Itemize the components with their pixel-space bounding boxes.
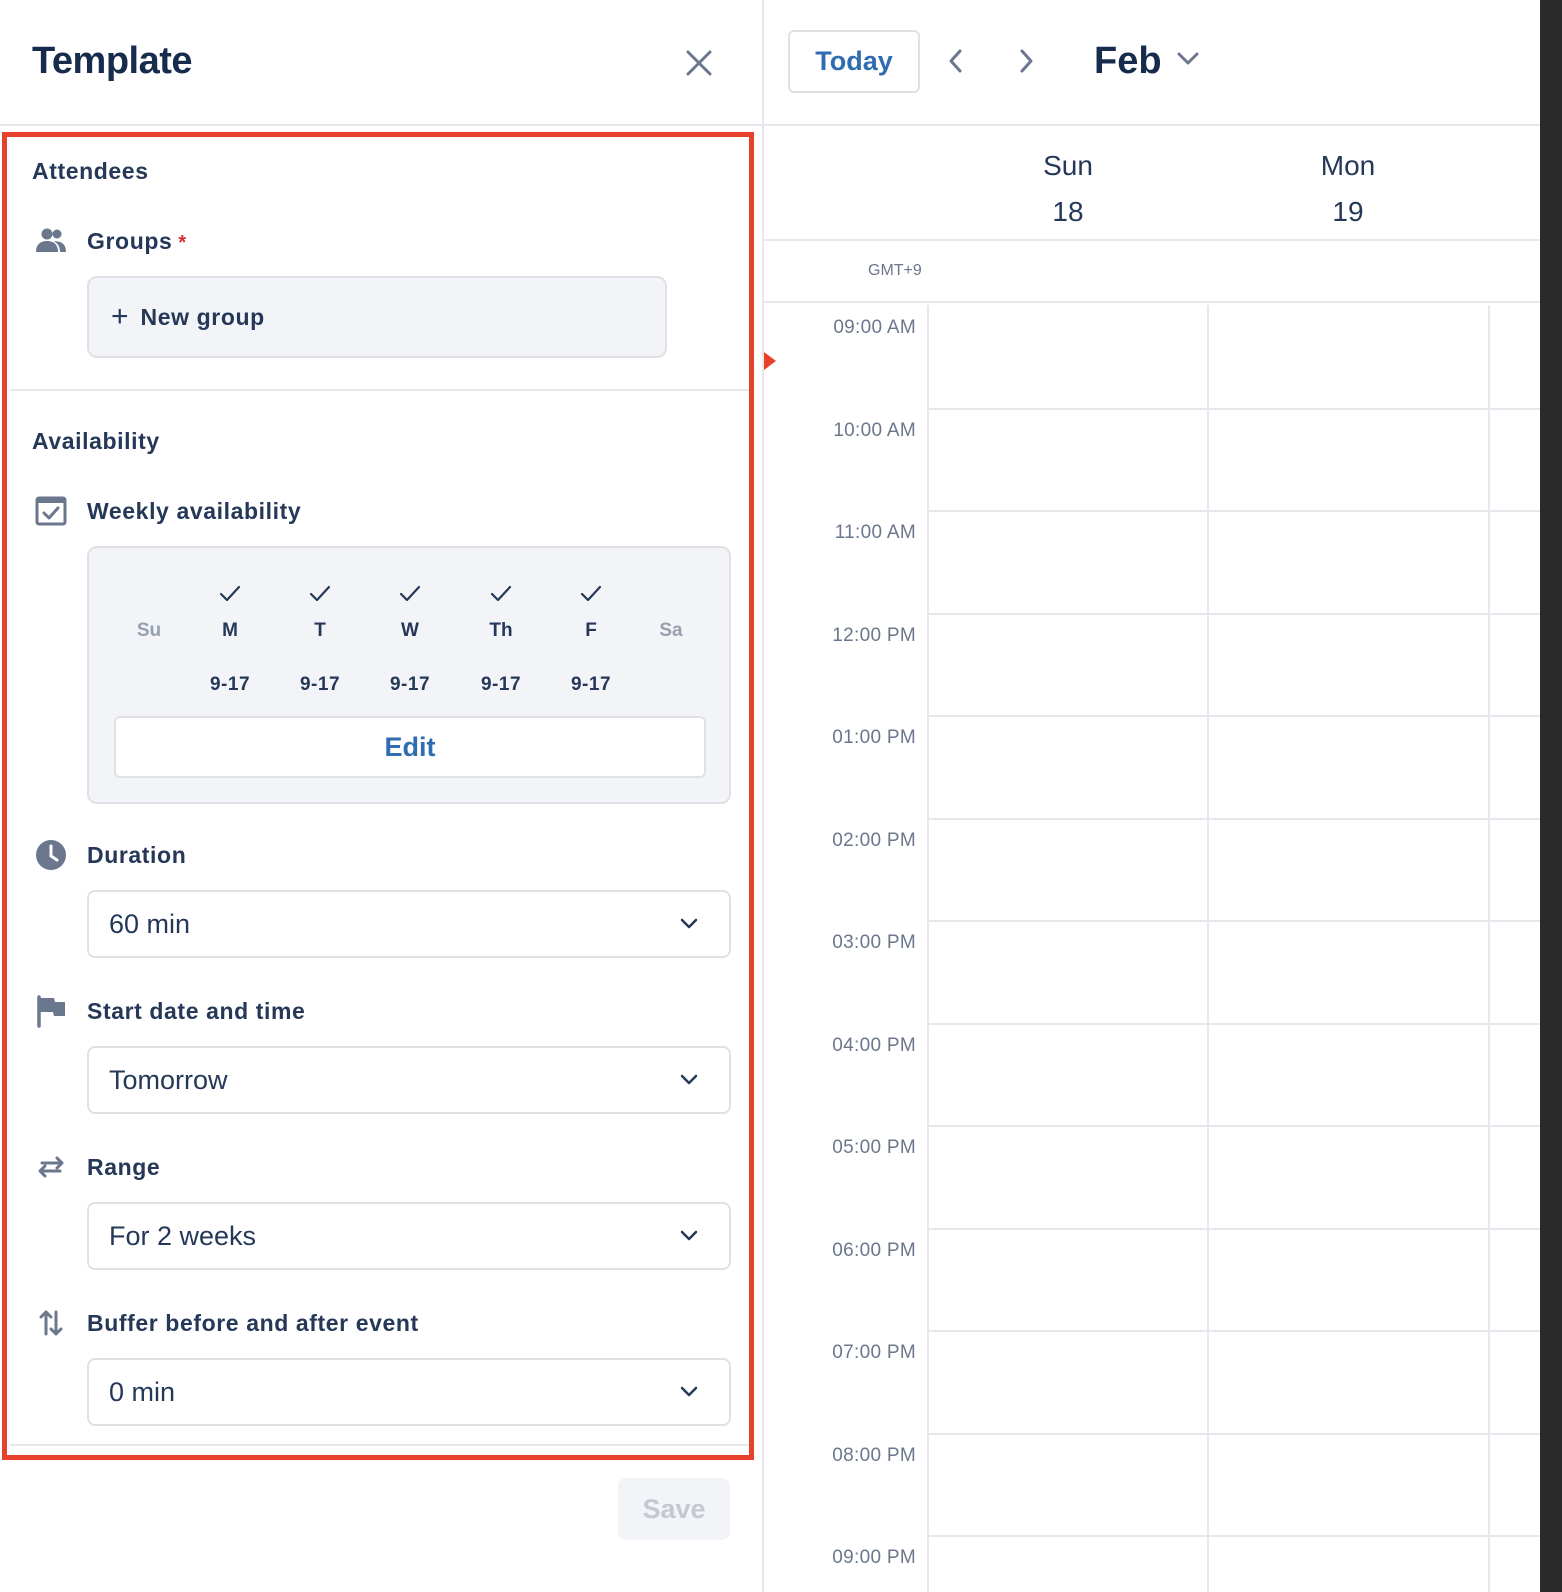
hour-gridline [928,613,1540,615]
hour-label: 07:00 PM [832,1342,916,1363]
highlight-box [2,132,754,1460]
hour-gridline [928,1023,1540,1025]
month-selector[interactable]: Feb [1094,40,1200,83]
day-name: Sun [1043,150,1093,181]
chevron-right-icon[interactable] [1012,44,1040,78]
hour-gridline [928,920,1540,922]
hour-gridline [928,510,1540,512]
hour-gridline [928,1228,1540,1230]
hour-label: 04:00 PM [832,1034,916,1056]
hour-label: 09:00 AM [833,317,916,338]
hour-gridline [928,715,1540,717]
hour-label: 02:00 PM [832,829,916,851]
timezone-label: GMT+9 [868,262,922,279]
hour-label: 10:00 AM [833,419,916,441]
hour-label: 08:00 PM [832,1444,916,1466]
hour-label: 06:00 PM [832,1239,916,1261]
day-date: 18 [1052,196,1084,227]
hour-label: 03:00 PM [832,932,916,953]
today-button[interactable]: Today [788,30,920,93]
header-divider [0,124,762,126]
hour-label: 12:00 PM [832,624,916,646]
day-header-sun: Sun 18 [968,150,1168,228]
day-header-mon: Mon 19 [1248,150,1448,228]
hour-label: 11:00 AM [834,522,916,543]
current-time-marker [764,352,776,370]
day-name: Mon [1320,150,1376,181]
allday-divider [764,301,1540,303]
save-button[interactable]: Save [618,1478,730,1540]
hour-gridline [928,1125,1540,1127]
hour-gridline [928,1535,1540,1537]
calendar-header-divider [764,124,1540,126]
day-date: 19 [1332,196,1364,227]
grid-column-line [1207,305,1209,1592]
grid-column-line [1488,305,1490,1592]
day-header-divider [764,239,1540,241]
close-icon[interactable] [682,46,716,80]
hour-label: 05:00 PM [832,1137,916,1158]
hour-gridline [928,818,1540,820]
hour-gridline [928,1330,1540,1332]
chevron-down-icon [1177,52,1199,64]
panel-title: Template [32,40,193,82]
hour-label: 01:00 PM [832,727,916,748]
hour-gridline [928,408,1540,410]
app-window: Template Attendees Groups * + New group A… [0,0,1540,1592]
hour-label: 09:00 PM [832,1547,916,1568]
template-panel: Template Attendees Groups * + New group A… [0,0,762,1592]
hour-gridline [928,1433,1540,1435]
calendar-view: Today Feb Sun 18 Mon 19 GMT+9 09:00 AM 10 [764,0,1540,1592]
chevron-left-icon[interactable] [942,44,970,78]
grid-column-line [927,305,929,1592]
month-label: Feb [1094,40,1162,82]
